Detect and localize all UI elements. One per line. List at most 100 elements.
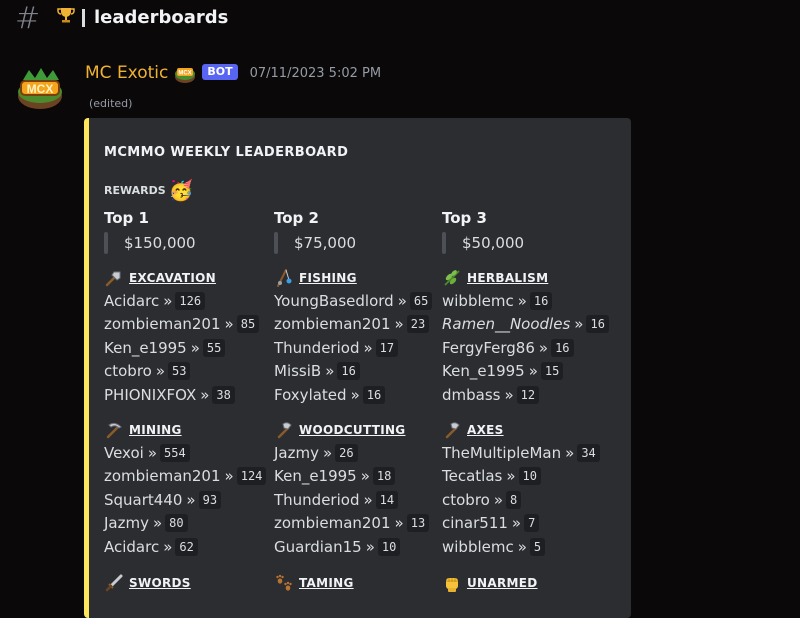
score-badge: 53 xyxy=(168,362,191,381)
score-badge: 8 xyxy=(506,490,522,509)
prize-value: $75,000 xyxy=(294,234,357,252)
party-face-icon: 🥳 xyxy=(168,178,194,202)
sword-icon xyxy=(104,573,124,593)
player-name: wibblemc xyxy=(442,291,514,310)
score-badge: 38 xyxy=(212,385,235,404)
score-badge: 14 xyxy=(375,490,399,509)
skill-block: MINING Vexoi» 554 zombieman201» 124 Squart440… xyxy=(104,419,267,559)
separator-icon: » xyxy=(224,315,234,334)
leaderboard-entry: Jazmy» 26 xyxy=(274,441,429,465)
separator-icon: » xyxy=(517,291,527,310)
separator-icon: » xyxy=(325,362,335,381)
player-name: YoungBasedlord xyxy=(274,291,394,310)
player-name: Thunderiod xyxy=(274,490,360,509)
skill-header: TAMING xyxy=(274,572,354,594)
separator-icon: » xyxy=(322,443,333,462)
player-name: PHIONIXFOX xyxy=(104,385,197,404)
skill-header: UNARMED xyxy=(442,572,538,594)
score-badge: 93 xyxy=(198,490,222,509)
separator-icon: » xyxy=(528,362,538,381)
leaderboard-entry: Vexoi» 554 xyxy=(104,441,266,465)
separator-icon: » xyxy=(190,338,200,357)
edited-label: (edited) xyxy=(89,97,133,110)
player-name: Squart440 xyxy=(104,490,183,509)
message-timestamp[interactable]: 07/11/2023 5:02 PM xyxy=(250,66,381,81)
score-badge: 10 xyxy=(518,467,541,486)
score-badge: 15 xyxy=(540,362,564,381)
player-name: zombieman201 xyxy=(274,514,391,533)
leaderboard-entry: YoungBasedlord» 65 xyxy=(274,289,433,313)
player-name: zombieman201 xyxy=(274,315,391,334)
skill-name: TAMING xyxy=(299,576,354,590)
player-name: zombieman201 xyxy=(104,315,221,334)
skill-name: FISHING xyxy=(299,271,357,285)
separator-icon: » xyxy=(155,362,166,381)
leaderboard-entry: Thunderiod» 14 xyxy=(274,488,429,512)
separator-icon: » xyxy=(365,537,375,556)
score-badge: 65 xyxy=(409,291,433,310)
leaderboard-entry: TheMultipleMan» 34 xyxy=(442,441,600,465)
separator-icon: » xyxy=(493,490,504,509)
player-name: Ken_e1995 xyxy=(442,362,525,381)
skill-name: SWORDS xyxy=(129,576,191,590)
quote-bar xyxy=(104,232,108,254)
score-badge: 18 xyxy=(372,467,396,486)
score-badge: 34 xyxy=(577,443,600,462)
leaderboard-entry: wibblemc» 16 xyxy=(442,289,609,313)
quote-bar xyxy=(274,232,278,254)
message-header: MC Exotic MCX BOT 07/11/2023 5:02 PM xyxy=(85,62,381,84)
channel-title[interactable]: leaderboards xyxy=(57,6,228,29)
leaderboard-entry: Squart440» 93 xyxy=(104,488,266,512)
separator-icon: » xyxy=(163,537,173,556)
skill-block: FISHING YoungBasedlord» 65 zombieman201» 23 T… xyxy=(274,267,433,407)
separator-icon: » xyxy=(397,291,407,310)
score-badge: 16 xyxy=(551,338,574,357)
avatar[interactable]: MCX xyxy=(15,66,65,112)
skill-block: TAMING xyxy=(274,572,354,594)
separator-icon: » xyxy=(224,467,234,486)
skill-header: WOODCUTTING xyxy=(274,419,429,441)
axe-icon xyxy=(442,420,462,440)
leaderboard-entry: FergyFerg86» 16 xyxy=(442,336,609,360)
separator-icon: » xyxy=(152,514,163,533)
skill-block: AXES TheMultipleMan» 34 Tecatlas» 10 ctobro» 8… xyxy=(442,419,600,559)
score-badge: 13 xyxy=(406,514,430,533)
skill-header: SWORDS xyxy=(104,572,191,594)
divider-bar xyxy=(82,8,85,27)
tier-label: Top 3 xyxy=(442,209,487,227)
separator-icon: » xyxy=(574,315,584,334)
bot-tag: BOT xyxy=(202,63,238,80)
player-name: Ken_e1995 xyxy=(104,338,187,357)
tier-prize: $50,000 xyxy=(442,232,524,254)
leaderboard-entry: zombieman201» 13 xyxy=(274,512,430,536)
separator-icon: » xyxy=(363,490,373,509)
player-name: Tecatlas xyxy=(442,467,503,486)
tier-prize: $75,000 xyxy=(274,232,356,254)
leaderboard-entry: Foxylated» 16 xyxy=(274,383,432,407)
player-name: FergyFerg86 xyxy=(442,338,535,357)
score-badge: 26 xyxy=(335,443,358,462)
score-badge: 62 xyxy=(175,537,198,556)
separator-icon: » xyxy=(506,467,516,486)
score-badge: 17 xyxy=(375,338,399,357)
axe-icon xyxy=(274,420,294,440)
separator-icon: » xyxy=(200,385,210,404)
separator-icon: » xyxy=(163,291,173,310)
player-name: ctobro xyxy=(442,490,490,509)
score-badge: 23 xyxy=(406,315,430,334)
skill-name: UNARMED xyxy=(467,576,538,590)
leaderboard-entry: dmbass» 12 xyxy=(442,383,609,407)
channel-header: # leaderboards xyxy=(0,0,800,40)
skill-header: FISHING xyxy=(274,267,432,289)
skill-block: SWORDS xyxy=(104,572,191,594)
separator-icon: » xyxy=(394,514,404,533)
player-name: MissiB xyxy=(274,362,322,381)
leaderboard-entry: Jazmy» 80 xyxy=(104,512,266,536)
leaderboard-entry: Ken_e1995» 55 xyxy=(104,336,259,360)
separator-icon: » xyxy=(511,514,522,533)
player-name: Ken_e1995 xyxy=(274,467,357,486)
score-badge: 16 xyxy=(529,291,553,310)
score-badge: 85 xyxy=(236,315,260,334)
author-name[interactable]: MC Exotic xyxy=(85,63,168,83)
separator-icon: » xyxy=(504,385,514,404)
